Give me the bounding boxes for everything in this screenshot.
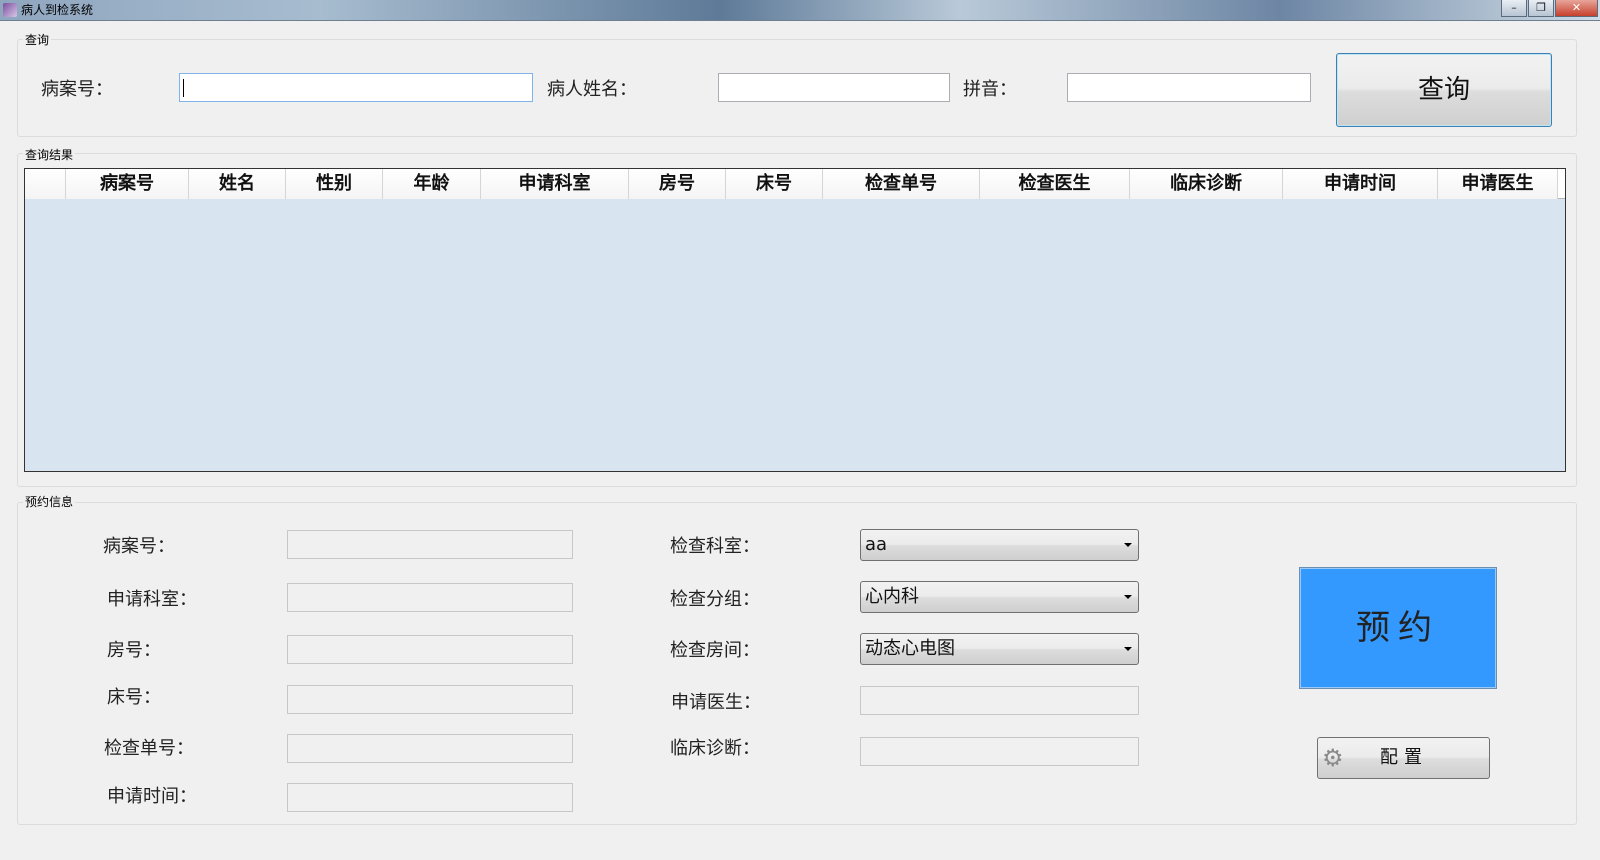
diagnosis-field xyxy=(860,737,1139,766)
booking-group-label: 预约信息 xyxy=(23,495,76,509)
text-caret xyxy=(183,79,184,97)
query-group-label: 查询 xyxy=(23,33,52,47)
patient-name-input[interactable] xyxy=(718,73,950,102)
booking-apply-time-field xyxy=(287,783,573,812)
exam-group-value: 心内科 xyxy=(865,586,919,607)
booking-apply-time-label: 申请时间： xyxy=(107,786,197,807)
column-header[interactable]: 房号 xyxy=(629,169,726,199)
booking-exam-no-label: 检查单号： xyxy=(104,738,194,759)
column-header[interactable]: 申请医生 xyxy=(1438,169,1558,199)
book-button[interactable]: 预约 xyxy=(1299,567,1497,689)
pinyin-label: 拼音： xyxy=(963,79,1017,100)
column-header[interactable]: 检查医生 xyxy=(980,169,1130,199)
results-group-label: 查询结果 xyxy=(23,148,76,162)
booking-room-field xyxy=(287,635,573,664)
booking-dept-field xyxy=(287,583,573,612)
booking-bed-label: 床号： xyxy=(107,687,161,708)
column-header[interactable]: 性别 xyxy=(286,169,383,199)
exam-dept-select[interactable]: aa xyxy=(860,529,1139,561)
grid-header: 病案号 姓名 性别 年龄 申请科室 房号 床号 检查单号 检查医生 临床诊断 申… xyxy=(25,169,1565,199)
column-header[interactable]: 年龄 xyxy=(383,169,481,199)
window-title: 病人到检系统 xyxy=(21,3,94,17)
exam-dept-label: 检查科室： xyxy=(670,536,760,557)
window-controls: – ❐ ✕ xyxy=(1500,0,1598,17)
title-bar: 病人到检系统 – ❐ ✕ xyxy=(0,0,1600,21)
booking-exam-no-field xyxy=(287,734,573,763)
exam-group-select[interactable]: 心内科 xyxy=(860,581,1139,613)
column-header[interactable]: 申请科室 xyxy=(481,169,629,199)
exam-group-label: 检查分组： xyxy=(670,589,760,610)
config-button-label: 配置 xyxy=(1380,747,1428,768)
column-header[interactable]: 病案号 xyxy=(66,169,189,199)
config-button[interactable]: ⚙ 配置 xyxy=(1317,737,1490,779)
booking-case-no-field xyxy=(287,530,573,559)
case-no-input[interactable] xyxy=(179,73,533,102)
exam-room-select[interactable]: 动态心电图 xyxy=(860,633,1139,665)
row-header-corner xyxy=(25,169,66,199)
column-header[interactable]: 床号 xyxy=(726,169,823,199)
app-icon xyxy=(3,3,17,17)
pinyin-input[interactable] xyxy=(1067,73,1311,102)
booking-room-label: 房号： xyxy=(107,640,161,661)
dropdown-arrow-icon xyxy=(1124,647,1132,651)
close-button[interactable]: ✕ xyxy=(1555,0,1598,17)
booking-bed-field xyxy=(287,685,573,714)
exam-dept-value: aa xyxy=(865,534,888,555)
column-header[interactable]: 临床诊断 xyxy=(1130,169,1283,199)
booking-case-no-label: 病案号： xyxy=(103,536,175,557)
case-no-label: 病案号： xyxy=(41,79,113,100)
results-grid[interactable]: 病案号 姓名 性别 年龄 申请科室 房号 床号 检查单号 检查医生 临床诊断 申… xyxy=(24,168,1566,472)
booking-dept-label: 申请科室： xyxy=(107,589,197,610)
apply-doctor-field xyxy=(860,686,1139,715)
column-header[interactable]: 姓名 xyxy=(189,169,286,199)
column-header[interactable]: 检查单号 xyxy=(823,169,980,199)
apply-doctor-label: 申请医生： xyxy=(671,692,761,713)
gear-icon: ⚙ xyxy=(1322,744,1344,772)
dropdown-arrow-icon xyxy=(1124,595,1132,599)
maximize-button[interactable]: ❐ xyxy=(1528,0,1554,17)
exam-room-label: 检查房间： xyxy=(670,640,760,661)
query-button[interactable]: 查询 xyxy=(1336,53,1552,127)
column-header[interactable]: 申请时间 xyxy=(1283,169,1438,199)
patient-name-label: 病人姓名： xyxy=(547,79,637,100)
diagnosis-label: 临床诊断： xyxy=(670,738,760,759)
dropdown-arrow-icon xyxy=(1124,543,1132,547)
exam-room-value: 动态心电图 xyxy=(865,638,955,659)
minimize-button[interactable]: – xyxy=(1501,0,1527,17)
